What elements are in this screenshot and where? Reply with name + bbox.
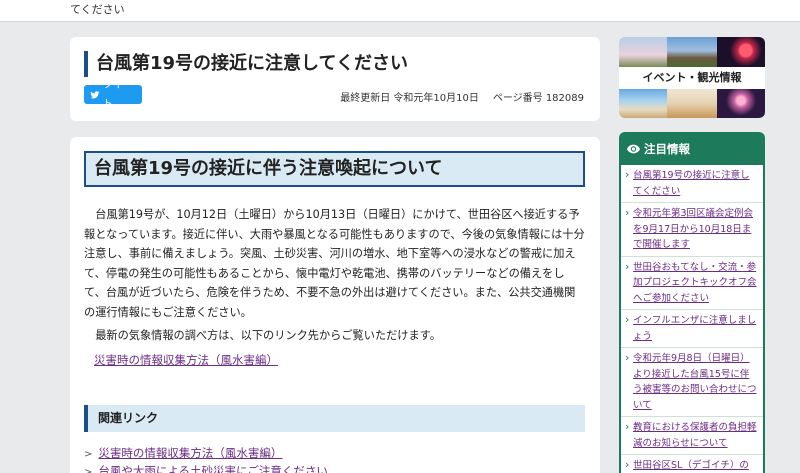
banner-photo-cherry: [619, 37, 667, 67]
attention-heading: 注目情報: [644, 141, 690, 156]
banner-photo-interior: [667, 89, 717, 118]
paragraph-2: 最新の気象情報の調べ方は、以下のリンク先からご覧いただけます。: [95, 329, 441, 342]
banner-photo-fireworks: [717, 37, 765, 67]
chevron-right-icon: >: [84, 467, 93, 473]
attention-header: 注目情報: [619, 132, 765, 165]
attention-item[interactable]: 世田谷おもてなし・交流・参加プロジェクトキックオフ会へご参加ください: [621, 257, 763, 310]
top-bar-text: てください: [70, 3, 125, 16]
attention-item[interactable]: 令和元年9月8日（日曜日）より接近した台風15号に伴う被害等のお問い合わせについ…: [621, 348, 763, 417]
page-title: 台風第19号の接近に注意してください: [84, 51, 408, 77]
related-link-text[interactable]: 台風や大雨による土砂災害にご注意ください: [98, 464, 327, 473]
attention-list: 台風第19号の接近に注意してください 令和元年第3回区議会定例会を9月17日から…: [621, 165, 763, 473]
section-heading: 台風第19号の接近に伴う注意喚起について: [84, 151, 585, 187]
disaster-info-link[interactable]: 災害時の情報収集方法（風水害編）: [94, 352, 278, 368]
twitter-bird-icon: [90, 90, 100, 99]
attention-item[interactable]: 世田谷区SL（デゴイチ）の: [621, 455, 763, 473]
top-bar: てください: [0, 0, 800, 22]
attention-item[interactable]: 台風第19号の接近に注意してください: [621, 165, 763, 203]
eye-icon: [627, 144, 640, 153]
tweet-label: ツイート: [102, 79, 133, 110]
last-updated: 最終更新日 令和元年10月10日: [340, 93, 479, 104]
title-card: 台風第19号の接近に注意してください ツイート 最終更新日 令和元年10月10日…: [70, 37, 600, 121]
attention-panel: 注目情報 台風第19号の接近に注意してください 令和元年第3回区議会定例会を9月…: [619, 132, 765, 473]
related-links-list: > 災害時の情報収集方法（風水害編） > 台風や大雨による土砂災害にご注意ください: [84, 444, 585, 473]
attention-item[interactable]: 令和元年第3回区議会定例会を9月17日から10月18日まで開催します: [621, 203, 763, 257]
tweet-button[interactable]: ツイート: [84, 80, 142, 110]
main-content-card: 台風第19号の接近に伴う注意喚起について 台風第19号が、10月12日（土曜日）…: [70, 137, 600, 473]
chevron-right-icon: >: [84, 449, 93, 460]
banner-photo-night: [717, 89, 765, 118]
page-meta: 最終更新日 令和元年10月10日 ページ番号 182089: [340, 89, 584, 104]
page-number: ページ番号 182089: [492, 93, 584, 104]
banner-photo-beach: [619, 89, 667, 118]
body-text: 台風第19号が、10月12日（土曜日）から10月13日（日曜日）にかけて、世田谷…: [84, 205, 585, 346]
attention-item[interactable]: 教育における保護者の負担軽減のお知らせについて: [621, 417, 763, 455]
related-links-heading: 関連リンク: [84, 405, 585, 432]
paragraph-1: 台風第19号が、10月12日（土曜日）から10月13日（日曜日）にかけて、世田谷…: [84, 208, 585, 319]
attention-item[interactable]: インフルエンザに注意しましょう: [621, 310, 763, 348]
event-tourism-banner[interactable]: イベント・観光情報: [619, 37, 765, 118]
related-link-item[interactable]: > 台風や大雨による土砂災害にご注意ください: [84, 462, 585, 473]
banner-label: イベント・観光情報: [619, 67, 765, 89]
related-link-item[interactable]: > 災害時の情報収集方法（風水害編）: [84, 444, 585, 462]
related-link-text[interactable]: 災害時の情報収集方法（風水害編）: [98, 446, 282, 460]
banner-photo-house: [667, 37, 717, 67]
